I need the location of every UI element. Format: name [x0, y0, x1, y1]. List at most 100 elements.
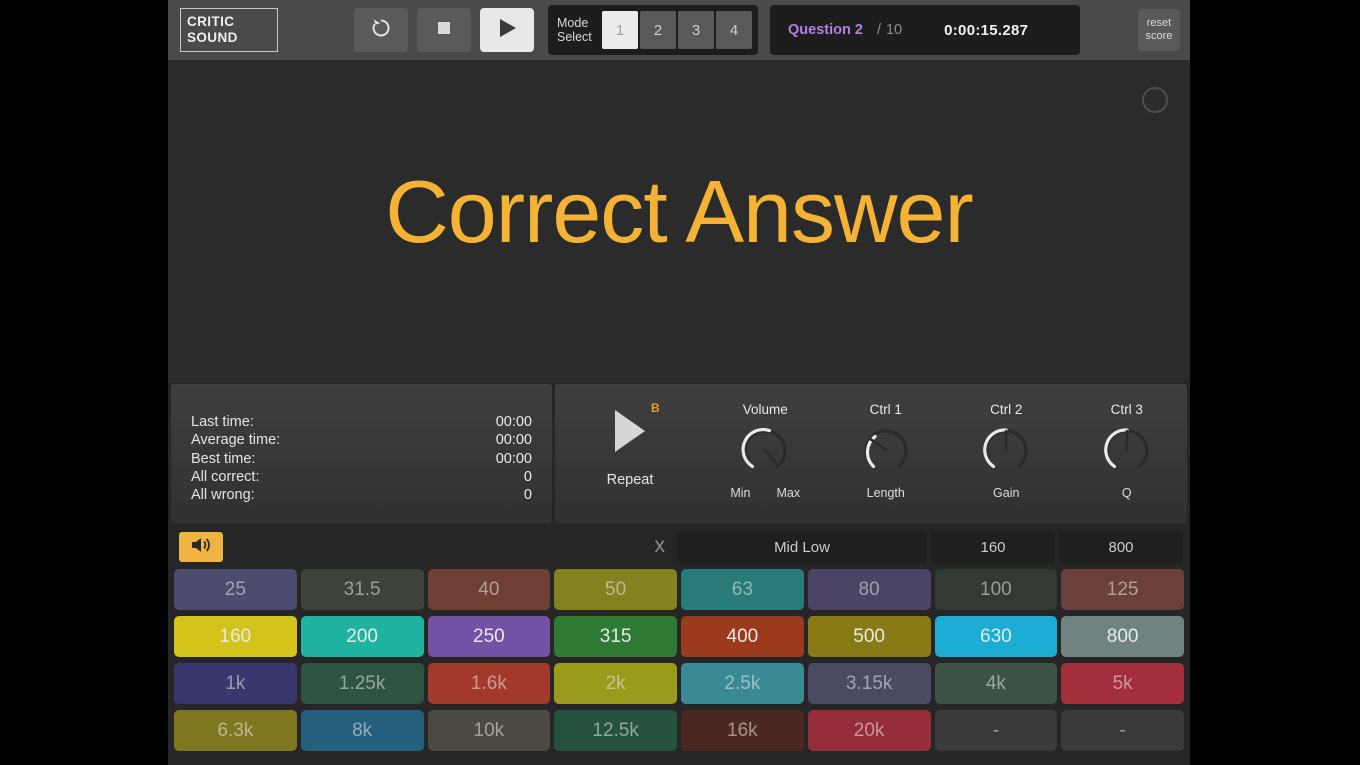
mode-button-2[interactable]: 2: [640, 11, 676, 49]
stat-row: Average time: 00:00: [191, 431, 532, 449]
freq-button[interactable]: 5k: [1061, 663, 1184, 704]
freq-high-slot[interactable]: 800: [1059, 531, 1183, 563]
freq-button[interactable]: 1k: [174, 663, 297, 704]
knob-volume[interactable]: Volume Min Max: [705, 384, 826, 500]
stat-label: Last time:: [191, 413, 254, 431]
freq-button[interactable]: 10k: [428, 710, 551, 751]
knob-sub-label: Q: [1067, 486, 1188, 500]
freq-button[interactable]: 1.25k: [301, 663, 424, 704]
freq-button[interactable]: 2.5k: [681, 663, 804, 704]
mode-button-4[interactable]: 4: [716, 11, 752, 49]
reset-score-button[interactable]: reset score: [1138, 9, 1180, 51]
freq-button[interactable]: 8k: [301, 710, 424, 751]
knob-title: Volume: [705, 402, 826, 417]
repeat-label: Repeat: [555, 472, 705, 488]
knob-ctrl-1[interactable]: Ctrl 1 Length: [826, 384, 947, 500]
freq-button[interactable]: 160: [174, 616, 297, 657]
loop-button[interactable]: [354, 8, 408, 52]
freq-button[interactable]: -: [1061, 710, 1184, 751]
freq-button[interactable]: 25: [174, 569, 297, 610]
knob-max-label: Max: [777, 486, 801, 500]
stat-value: 00:00: [496, 413, 532, 431]
logo-line-1: CRITIC: [187, 14, 277, 30]
ctrl3-knob-icon[interactable]: [1101, 424, 1153, 476]
stat-value: 00:00: [496, 450, 532, 468]
knob-title: Ctrl 3: [1067, 402, 1188, 417]
stats-panel: Last time: 00:00 Average time: 00:00 Bes…: [171, 384, 552, 523]
logo-line-2: SOUND: [187, 30, 277, 46]
ctrl1-knob-icon[interactable]: [860, 424, 912, 476]
mode-label-line-2: Select: [557, 30, 598, 44]
volume-knob-icon[interactable]: [739, 424, 791, 476]
freq-button[interactable]: 40: [428, 569, 551, 610]
freq-button[interactable]: 400: [681, 616, 804, 657]
freq-button[interactable]: 4k: [935, 663, 1058, 704]
speaker-button[interactable]: [179, 532, 223, 562]
freq-button[interactable]: 31.5: [301, 569, 424, 610]
play-button[interactable]: [480, 8, 534, 52]
status-ring-icon: [1142, 87, 1168, 113]
freq-button[interactable]: 12.5k: [554, 710, 677, 751]
app-logo: CRITIC SOUND: [180, 8, 278, 52]
stat-label: Best time:: [191, 450, 255, 468]
ctrl2-knob-icon[interactable]: [980, 424, 1032, 476]
app-window: CRITIC SOUND: [168, 0, 1190, 765]
elapsed-timer: 0:00:15.287: [944, 22, 1028, 39]
question-counter: Question 2: [788, 22, 863, 38]
freq-button[interactable]: 20k: [808, 710, 931, 751]
controls-panel: B Repeat Volume Min: [555, 384, 1187, 523]
freq-button[interactable]: 315: [554, 616, 677, 657]
clear-answer-icon[interactable]: x: [655, 535, 678, 559]
question-separator: /: [877, 22, 881, 38]
stat-row: Last time: 00:00: [191, 413, 532, 431]
stat-value: 0: [524, 486, 532, 504]
toolbar: CRITIC SOUND: [168, 0, 1190, 60]
stop-icon: [436, 20, 452, 41]
loop-icon: [369, 16, 393, 45]
mid-section: Last time: 00:00 Average time: 00:00 Bes…: [168, 382, 1190, 525]
freq-button[interactable]: 125: [1061, 569, 1184, 610]
stat-value: 00:00: [496, 431, 532, 449]
mode-select: Mode Select 1 2 3 4: [548, 5, 758, 55]
freq-button[interactable]: 100: [935, 569, 1058, 610]
band-name-slot[interactable]: Mid Low: [677, 531, 927, 563]
freq-button[interactable]: 500: [808, 616, 931, 657]
freq-button[interactable]: 1.6k: [428, 663, 551, 704]
mode-select-label: Mode Select: [554, 16, 598, 44]
frequency-grid: 2531.540506380100125 16020025031540050063…: [168, 569, 1190, 751]
mode-button-1[interactable]: 1: [602, 11, 638, 49]
display-area: Correct Answer: [168, 60, 1190, 382]
freq-button[interactable]: 80: [808, 569, 931, 610]
knob-ctrl-3[interactable]: Ctrl 3 Q: [1067, 384, 1188, 500]
question-total: 10: [886, 22, 902, 38]
freq-button[interactable]: 16k: [681, 710, 804, 751]
reset-line-1: reset: [1147, 17, 1171, 30]
answer-bar: x Mid Low 160 800: [168, 525, 1190, 569]
freq-low-slot[interactable]: 160: [931, 531, 1055, 563]
play-icon: [496, 17, 518, 44]
freq-button[interactable]: 200: [301, 616, 424, 657]
freq-button[interactable]: 250: [428, 616, 551, 657]
stop-button[interactable]: [417, 8, 471, 52]
freq-button[interactable]: 63: [681, 569, 804, 610]
knob-sub-labels: Min Max: [705, 486, 826, 500]
stat-label: All wrong:: [191, 486, 255, 504]
mode-label-line-1: Mode: [557, 16, 598, 30]
stat-row: All wrong: 0: [191, 486, 532, 504]
knob-ctrl-2[interactable]: Ctrl 2 Gain: [946, 384, 1067, 500]
stat-label: All correct:: [191, 468, 260, 486]
freq-button[interactable]: 6.3k: [174, 710, 297, 751]
mode-buttons: 1 2 3 4: [602, 11, 752, 49]
freq-button[interactable]: 630: [935, 616, 1058, 657]
freq-button[interactable]: 800: [1061, 616, 1184, 657]
repeat-control[interactable]: B Repeat: [555, 384, 705, 488]
transport-controls: [354, 8, 534, 52]
freq-button[interactable]: 50: [554, 569, 677, 610]
freq-button[interactable]: 2k: [554, 663, 677, 704]
freq-button[interactable]: 3.15k: [808, 663, 931, 704]
mode-button-3[interactable]: 3: [678, 11, 714, 49]
stat-label: Average time:: [191, 431, 280, 449]
stat-row: Best time: 00:00: [191, 450, 532, 468]
freq-button[interactable]: -: [935, 710, 1058, 751]
verdict-text: Correct Answer: [168, 161, 1190, 263]
